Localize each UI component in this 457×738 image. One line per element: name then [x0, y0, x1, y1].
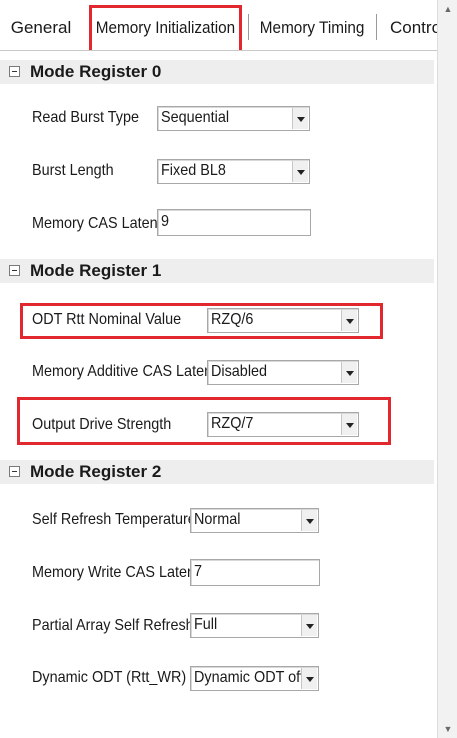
tab-label: Memory Timing — [259, 18, 365, 37]
chevron-down-icon[interactable] — [292, 108, 308, 129]
odt-rtt-nominal-value-select[interactable]: RZQ/6 — [207, 308, 359, 333]
tab-bar: General Memory Initialization Memory Tim… — [0, 0, 457, 53]
select-value: Sequential — [161, 109, 230, 126]
settings-panel: Mode Register 0 Read Burst Type Sequenti… — [0, 51, 437, 738]
chevron-down-icon[interactable] — [292, 161, 308, 182]
vertical-scrollbar[interactable]: ▲ ▼ — [437, 0, 457, 738]
input-value: 9 — [161, 213, 170, 230]
tab-memory-initialization[interactable]: Memory Initialization — [92, 8, 239, 48]
collapse-icon[interactable] — [9, 265, 20, 276]
chevron-down-icon[interactable] — [301, 668, 317, 689]
tab-memory-timing[interactable]: Memory Timing — [254, 8, 370, 48]
tab-general[interactable]: General — [6, 8, 76, 48]
section-header-mode-register-1[interactable]: Mode Register 1 — [0, 259, 434, 283]
chevron-down-icon[interactable] — [341, 310, 357, 331]
scroll-down-icon[interactable]: ▼ — [438, 720, 457, 738]
memory-additive-cas-latency-select[interactable]: Disabled — [207, 360, 359, 385]
field-label: Output Drive Strength — [32, 416, 172, 433]
read-burst-type-select[interactable]: Sequential — [157, 106, 310, 131]
field-label: Read Burst Type — [32, 109, 140, 126]
output-drive-strength-select[interactable]: RZQ/7 — [207, 412, 359, 437]
section-header-mode-register-0[interactable]: Mode Register 0 — [0, 60, 434, 84]
field-label: ODT Rtt Nominal Value — [32, 311, 182, 328]
select-value: Normal — [194, 511, 241, 528]
field-label: Memory CAS Latency — [32, 215, 173, 232]
chevron-down-icon[interactable] — [301, 510, 317, 531]
scroll-up-icon[interactable]: ▲ — [438, 0, 457, 18]
field-label: Dynamic ODT (Rtt_WR) — [32, 669, 187, 686]
chevron-down-icon[interactable] — [301, 615, 317, 636]
tab-control[interactable]: Contro — [390, 8, 437, 48]
section-title: Mode Register 2 — [30, 462, 162, 481]
burst-length-select[interactable]: Fixed BL8 — [157, 159, 310, 184]
input-value: 7 — [194, 563, 203, 580]
field-label: Partial Array Self Refresh — [32, 617, 194, 634]
self-refresh-temperature-select[interactable]: Normal — [190, 508, 319, 533]
select-value: Fixed BL8 — [161, 162, 226, 179]
dynamic-odt-select[interactable]: Dynamic ODT off — [190, 666, 319, 691]
select-value: Full — [194, 616, 218, 633]
tab-label: General — [10, 18, 72, 37]
select-value: Disabled — [211, 363, 268, 380]
chevron-down-icon[interactable] — [341, 362, 357, 383]
collapse-icon[interactable] — [9, 66, 20, 77]
select-value: RZQ/6 — [211, 311, 254, 328]
field-label: Memory Additive CAS Latency — [32, 363, 227, 380]
memory-write-cas-latency-input[interactable]: 7 — [190, 559, 320, 586]
tab-separator — [376, 14, 377, 40]
field-label: Burst Length — [32, 162, 114, 179]
tab-separator — [248, 14, 249, 40]
field-label: Self Refresh Temperature — [32, 511, 196, 528]
tab-label: Contro — [390, 18, 437, 37]
partial-array-self-refresh-select[interactable]: Full — [190, 613, 319, 638]
section-title: Mode Register 1 — [30, 261, 162, 280]
tab-label: Memory Initialization — [95, 18, 236, 37]
field-label: Memory Write CAS Latency — [32, 564, 210, 581]
collapse-icon[interactable] — [9, 466, 20, 477]
select-value: Dynamic ODT off — [194, 669, 304, 686]
memory-cas-latency-input[interactable]: 9 — [157, 209, 311, 236]
section-header-mode-register-2[interactable]: Mode Register 2 — [0, 460, 434, 484]
select-value: RZQ/7 — [211, 415, 254, 432]
chevron-down-icon[interactable] — [341, 414, 357, 435]
section-title: Mode Register 0 — [30, 62, 162, 81]
